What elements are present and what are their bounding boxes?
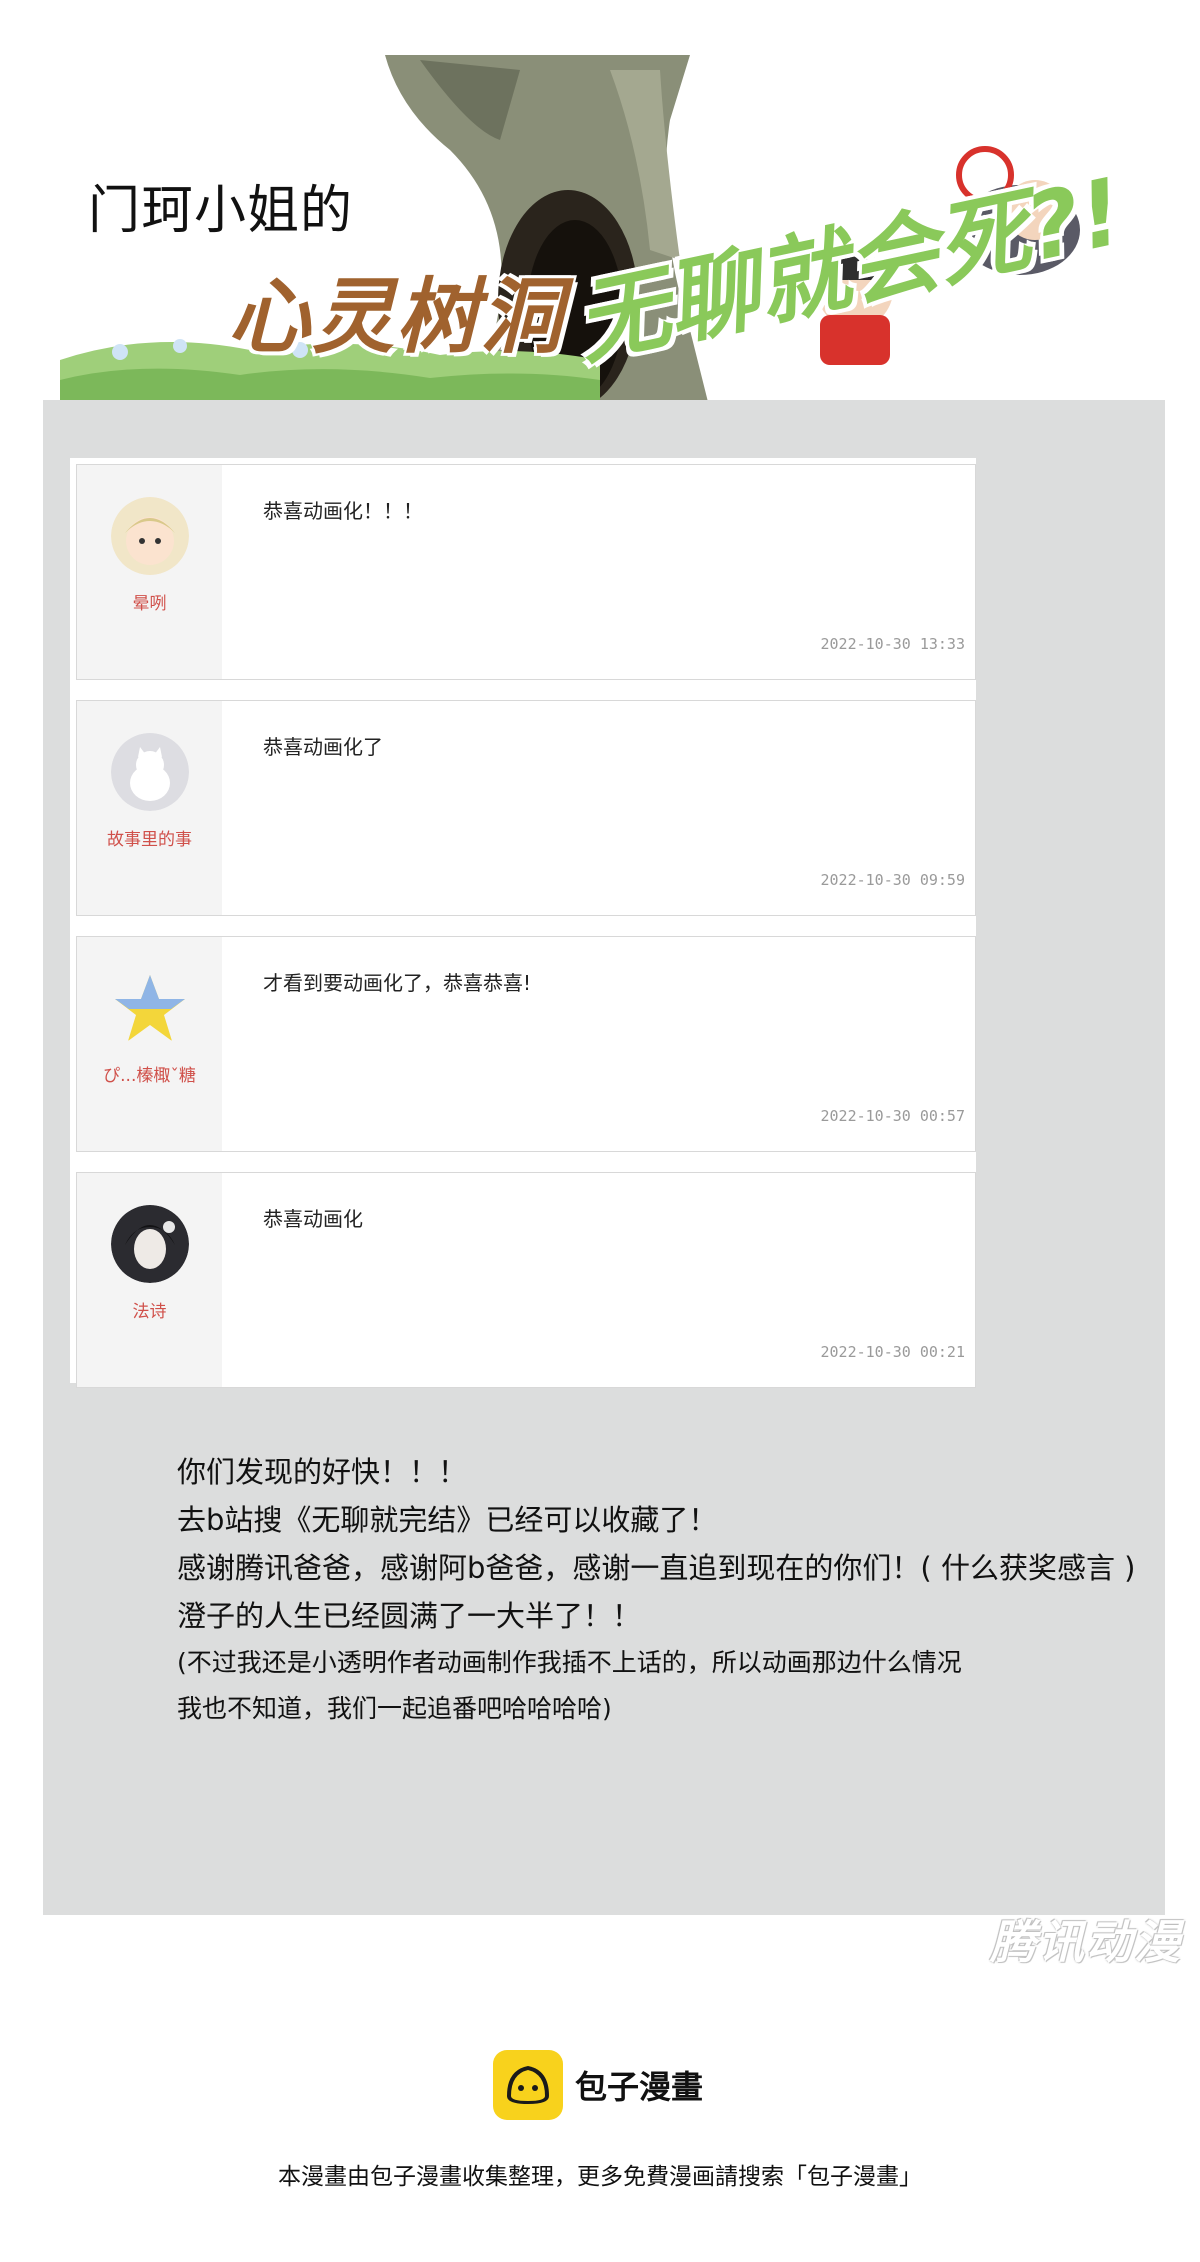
star-avatar[interactable] (111, 969, 189, 1047)
comment-username[interactable]: 晕咧 (77, 589, 222, 614)
message-note-line: (不过我还是小透明作者动画制作我插不上话的，所以动画那边什么情况 (177, 1648, 962, 1677)
tencent-watermark: 腾讯动漫 (990, 1915, 1182, 1969)
comment-card: 晕咧 恭喜动画化！！！ 2022-10-30 13:33 (76, 464, 976, 680)
bun-logo-icon[interactable] (493, 2050, 563, 2120)
banner-subtitle: 门珂小姐的 (88, 181, 354, 241)
author-message: 你们发现的好快！！！ 去b站搜《无聊就完结》已经可以收藏了！ 感谢腾讯爸爸，感谢… (177, 1448, 1135, 1732)
comment-text: 恭喜动画化！！！ (263, 499, 423, 523)
logo-text[interactable]: 包子漫畫 (575, 2062, 703, 2108)
white-cat-avatar[interactable] (111, 733, 189, 811)
comment-time: 2022-10-30 00:21 (820, 1343, 966, 1361)
comment-time: 2022-10-30 09:59 (820, 871, 966, 889)
message-line: 感谢腾讯爸爸，感谢阿b爸爸，感谢一直追到现在的你们！( 什么获奖感言 ) (177, 1551, 1136, 1585)
header-banner: 门珂小姐的 心灵树洞 无聊就会死?! (0, 0, 1200, 460)
comment-username[interactable]: ぴ...榛棷ˇ糖 (77, 1061, 222, 1086)
banner-title: 心灵树洞 (228, 270, 564, 365)
comment-time: 2022-10-30 00:57 (820, 1107, 966, 1125)
message-note-line: 我也不知道，我们一起追番吧哈哈哈哈) (177, 1694, 612, 1723)
comment-time: 2022-10-30 13:33 (820, 635, 966, 653)
comment-list: 晕咧 恭喜动画化！！！ 2022-10-30 13:33 故事里的事 恭喜动画化… (70, 458, 976, 1388)
message-line: 你们发现的好快！！！ (177, 1455, 468, 1489)
comment-card: 法诗 恭喜动画化 2022-10-30 00:21 (76, 1172, 976, 1388)
comment-text: 恭喜动画化了 (263, 735, 383, 759)
comment-username[interactable]: 故事里的事 (77, 825, 222, 850)
girl-avatar[interactable] (111, 497, 189, 575)
comment-text: 恭喜动画化 (263, 1207, 363, 1231)
comment-username[interactable]: 法诗 (77, 1297, 222, 1322)
comment-card: 故事里的事 恭喜动画化了 2022-10-30 09:59 (76, 700, 976, 916)
footer-note: 本漫畫由包子漫畫收集整理，更多免費漫画請搜索「包子漫畫」 (278, 2164, 922, 2190)
comment-card: ぴ...榛棷ˇ糖 才看到要动画化了，恭喜恭喜! 2022-10-30 00:57 (76, 936, 976, 1152)
comment-text: 才看到要动画化了，恭喜恭喜! (263, 971, 532, 995)
dark-hair-avatar[interactable] (111, 1205, 189, 1283)
message-line: 去b站搜《无聊就完结》已经可以收藏了！ (177, 1503, 718, 1537)
message-line: 澄子的人生已经圆满了一大半了！！ (177, 1599, 642, 1633)
